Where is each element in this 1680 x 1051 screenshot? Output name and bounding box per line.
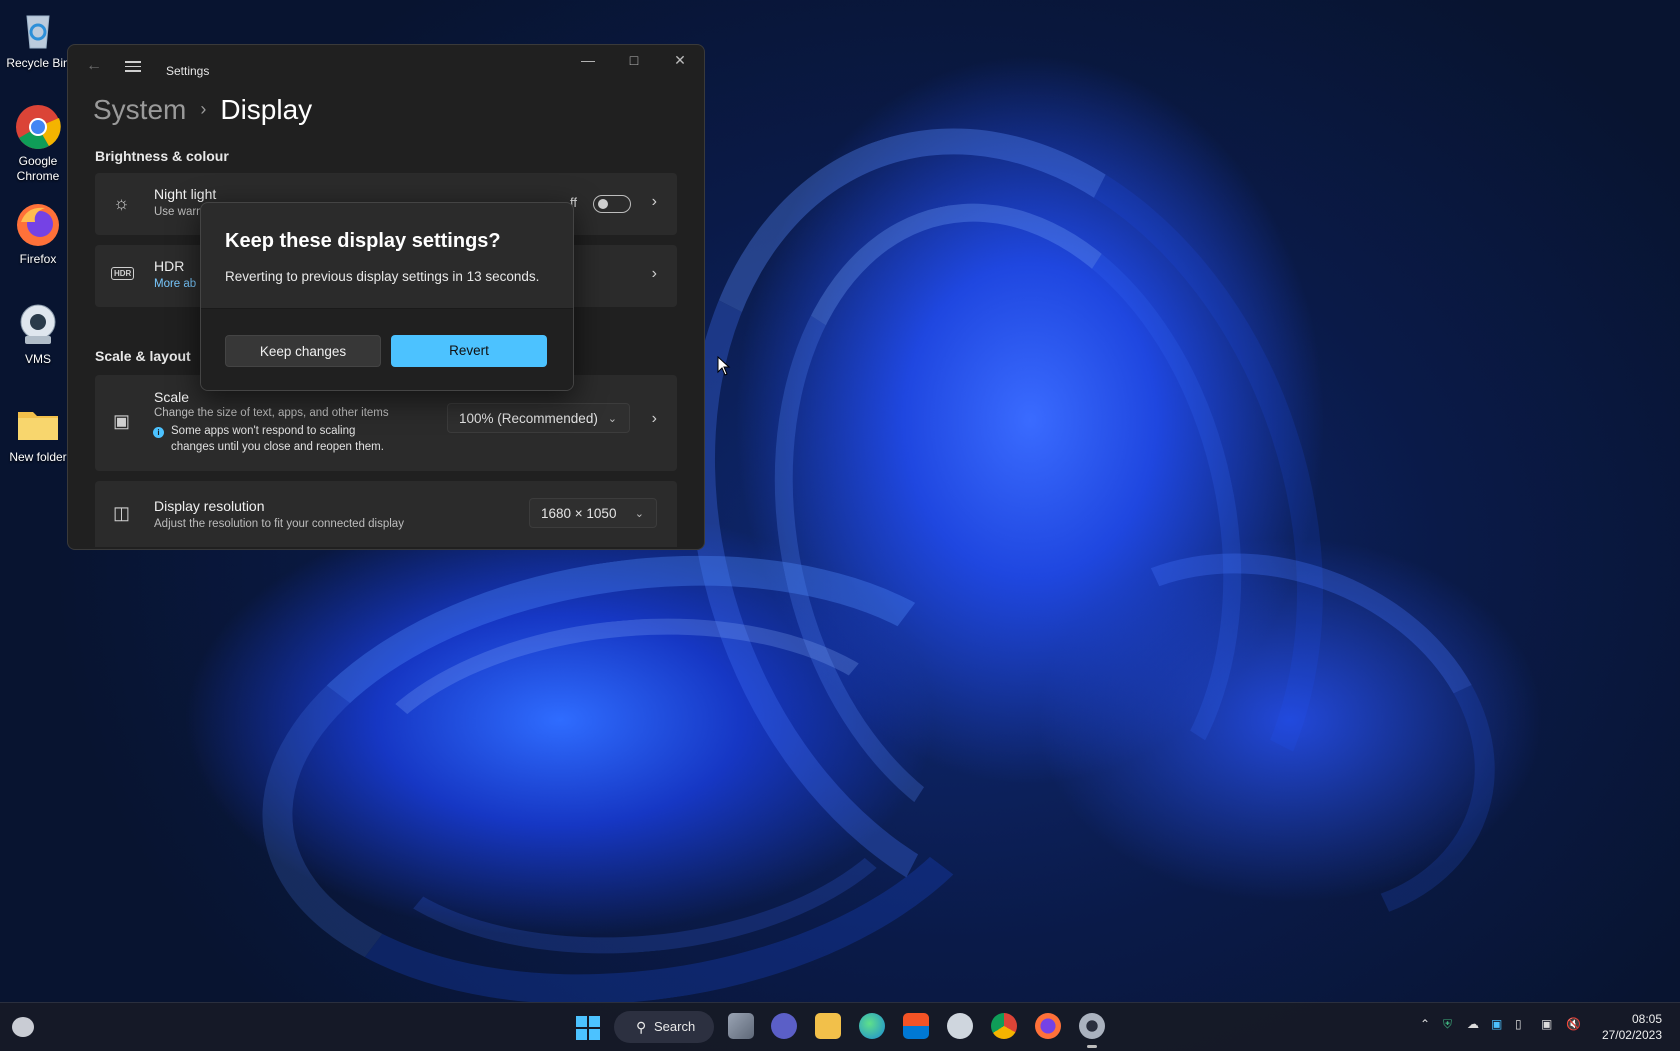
chevron-up-icon[interactable]: ⌃ — [1420, 1017, 1430, 1031]
chevron-right-icon: › — [651, 410, 657, 427]
display-resolution-card[interactable]: ◫ Display resolution Adjust the resoluti… — [95, 481, 677, 547]
firefox-icon — [15, 202, 61, 248]
resolution-icon: ◫ — [113, 503, 131, 523]
wallpaper-swirl — [589, 45, 1423, 1007]
network-tray-icon[interactable]: ▣ — [1541, 1017, 1552, 1031]
section-scale-layout: Scale & layout — [95, 348, 191, 364]
start-button[interactable] — [576, 1016, 600, 1040]
info-icon: i — [153, 427, 164, 438]
usb-tray-icon[interactable]: ▯ — [1515, 1017, 1522, 1031]
firefox-taskbar-icon[interactable] — [1035, 1013, 1061, 1039]
window-title: Settings — [166, 64, 210, 78]
scale-label: Scale — [154, 389, 190, 405]
scale-note-line1: Some apps won't respond to scaling — [171, 425, 356, 437]
hdr-label: HDR — [154, 258, 185, 274]
scale-dropdown[interactable]: 100% (Recommended) ⌄ — [447, 403, 630, 433]
desktop-icon-new-folder[interactable]: New folder — [0, 400, 76, 465]
keep-changes-button[interactable]: Keep changes — [225, 335, 381, 367]
app-tray-icon[interactable]: ▣ — [1491, 1017, 1502, 1031]
search-label: Search — [654, 1019, 696, 1034]
desktop-icon-label: VMS — [24, 352, 51, 366]
back-arrow-icon[interactable]: ← — [86, 57, 102, 75]
wallpaper-swirl — [326, 594, 946, 978]
desktop-icon-label: New folder — [9, 450, 67, 464]
section-brightness-colour: Brightness & colour — [95, 148, 229, 164]
desktop-icon-chrome[interactable]: Google Chrome — [0, 104, 76, 184]
wallpaper-swirl — [233, 509, 1047, 1051]
desktop-icon-vms[interactable]: VMS — [0, 302, 76, 367]
weather-widget-icon[interactable] — [12, 1017, 34, 1037]
dialog-title: Keep these display settings? — [225, 230, 501, 252]
clock-date: 27/02/2023 — [1601, 1028, 1662, 1042]
night-light-label: Night light — [154, 186, 217, 202]
night-light-toggle[interactable] — [593, 195, 631, 213]
dialog-message: Reverting to previous display settings i… — [225, 269, 540, 284]
chevron-right-icon: › — [651, 265, 657, 282]
desktop-icon-label: Google Chrome — [16, 154, 60, 183]
resolution-dropdown[interactable]: 1680 × 1050 ⌄ — [529, 498, 657, 528]
chevron-right-icon: › — [651, 193, 657, 210]
breadcrumb: System › Display — [93, 94, 312, 126]
breadcrumb-separator: › — [200, 99, 207, 119]
edge-icon[interactable] — [859, 1013, 885, 1039]
clock-time: 08:05 — [1631, 1012, 1662, 1026]
dialog-footer: Keep changes Revert — [201, 308, 573, 390]
vms-icon — [15, 302, 61, 348]
hdr-more-link[interactable]: More ab — [154, 278, 196, 290]
chevron-down-icon: ⌄ — [634, 508, 644, 520]
page-title: Display — [220, 94, 313, 125]
vms-taskbar-icon[interactable] — [947, 1013, 973, 1039]
onedrive-tray-icon[interactable]: ☁ — [1467, 1017, 1479, 1031]
breadcrumb-system[interactable]: System — [93, 94, 186, 125]
resolution-label: Display resolution — [154, 498, 265, 514]
desktop-icon-label: Recycle Bin — [6, 56, 70, 70]
mouse-cursor-icon — [717, 356, 731, 376]
file-explorer-icon[interactable] — [815, 1013, 841, 1039]
keep-display-settings-dialog: Keep these display settings? Reverting t… — [200, 202, 574, 391]
volume-muted-icon[interactable]: 🔇 — [1566, 1017, 1581, 1031]
taskbar: ⚲ Search ⌃ ⛨ ☁ ▣ ▯ ▣ 🔇 08:05 27/02/2023 — [0, 1002, 1680, 1051]
scale-note-line2: changes until you close and reopen them. — [171, 441, 384, 453]
desktop-icon-firefox[interactable]: Firefox — [0, 202, 76, 267]
chrome-taskbar-icon[interactable] — [991, 1013, 1017, 1039]
search-icon: ⚲ — [636, 1019, 647, 1035]
task-view-icon[interactable] — [728, 1013, 754, 1039]
minimize-button[interactable]: — — [578, 52, 598, 68]
hamburger-menu-icon[interactable] — [125, 58, 141, 75]
taskbar-clock[interactable]: 08:05 27/02/2023 — [1602, 1011, 1662, 1043]
revert-button[interactable]: Revert — [391, 335, 547, 367]
scale-desc: Change the size of text, apps, and other… — [154, 407, 389, 419]
hdr-icon: HDR — [111, 267, 135, 280]
close-button[interactable]: ✕ — [670, 52, 690, 69]
active-app-indicator — [1087, 1045, 1097, 1048]
chrome-icon — [15, 104, 61, 150]
teams-chat-icon[interactable] — [771, 1013, 797, 1039]
chevron-down-icon: ⌄ — [607, 413, 617, 425]
scale-value: 100% (Recommended) — [459, 411, 598, 426]
night-light-desc: Use warm — [154, 206, 206, 218]
recycle-bin-icon — [15, 6, 61, 52]
windows-logo-icon — [576, 1016, 587, 1027]
desktop-icon-label: Firefox — [19, 252, 57, 266]
wallpaper-swirl — [716, 159, 1300, 897]
defender-tray-icon[interactable]: ⛨ — [1443, 1017, 1452, 1032]
microsoft-store-icon[interactable] — [903, 1013, 929, 1039]
wallpaper-swirl — [992, 492, 1548, 988]
resolution-desc: Adjust the resolution to fit your connec… — [154, 518, 404, 530]
window-titlebar: ← Settings — □ ✕ — [68, 45, 704, 85]
desktop-icon-recycle-bin[interactable]: Recycle Bin — [0, 6, 76, 71]
taskbar-search[interactable]: ⚲ Search — [614, 1011, 714, 1043]
brightness-icon: ☼ — [113, 193, 130, 213]
resolution-value: 1680 × 1050 — [541, 506, 617, 521]
maximize-button[interactable]: □ — [624, 52, 644, 68]
scale-icon: ▣ — [113, 411, 131, 431]
settings-gear-icon[interactable] — [1079, 1013, 1105, 1039]
folder-icon — [15, 400, 61, 446]
